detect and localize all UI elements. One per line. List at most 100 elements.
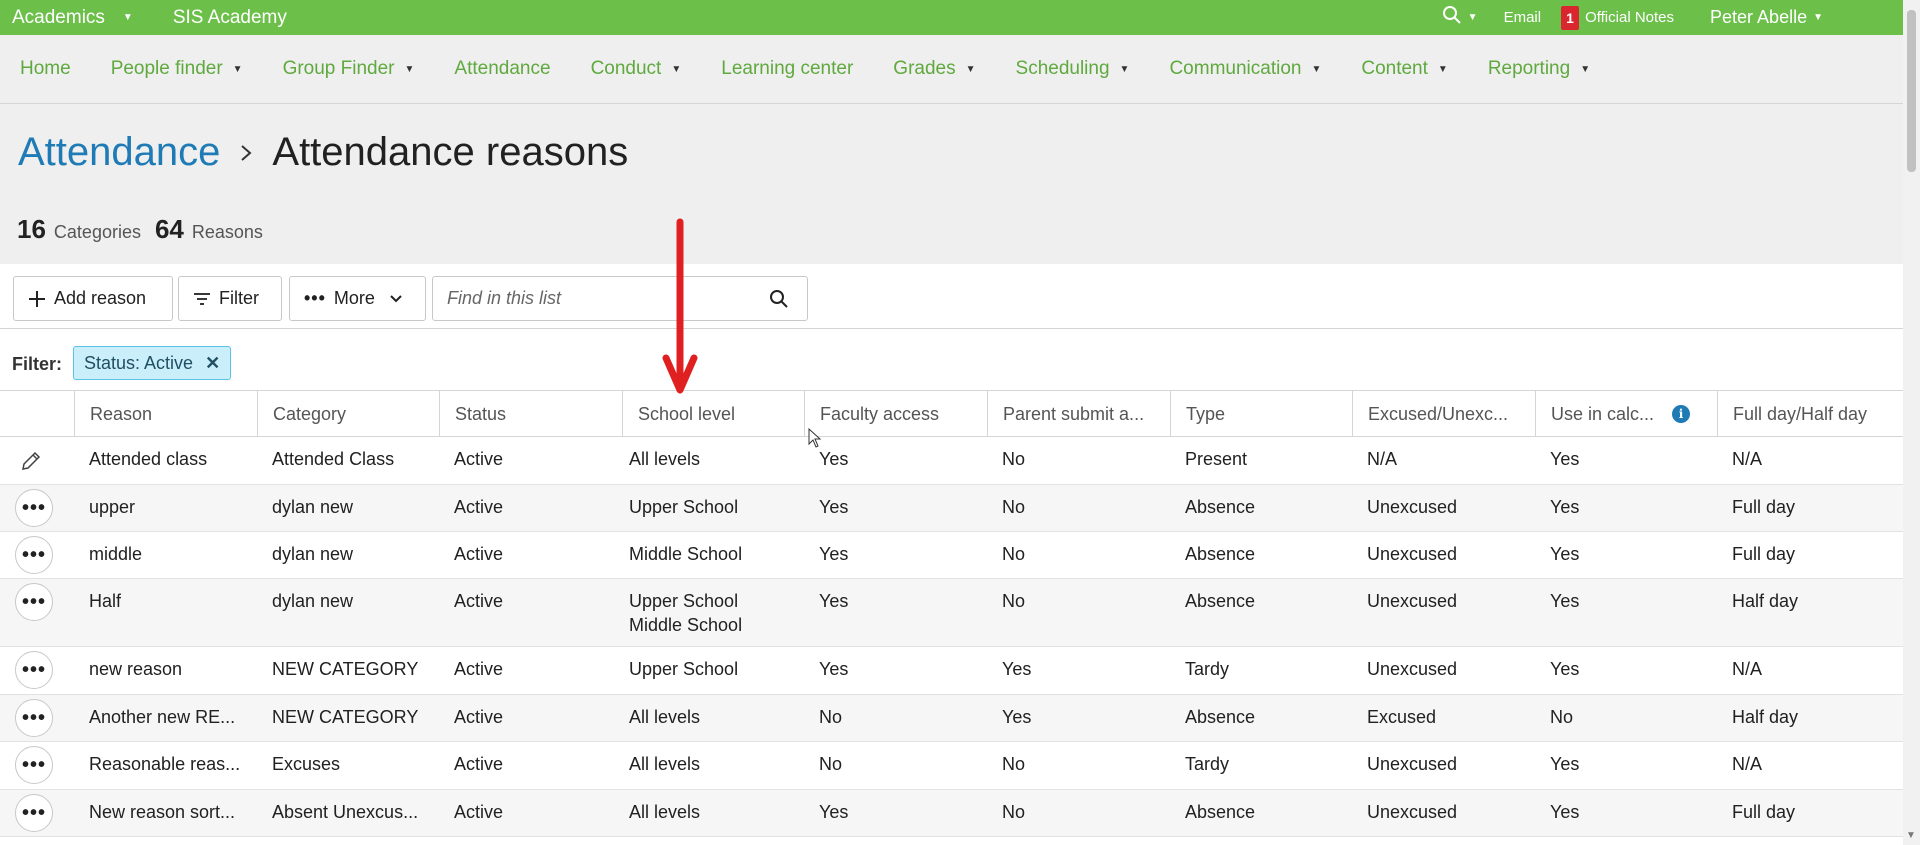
table-row[interactable]: ••• new reason NEW CATEGORY Active Upper Sch…	[0, 647, 1903, 695]
find-in-list-input[interactable]	[447, 288, 747, 309]
table-cell: Active	[454, 497, 504, 517]
column-header-2[interactable]: Status	[439, 391, 622, 437]
user-menu[interactable]: Peter Abelle ▼	[1710, 7, 1823, 28]
table-cell: Unexcused	[1367, 544, 1458, 564]
table-row[interactable]: ••• New reason sort... Absent Unexcus... Ac…	[0, 790, 1903, 837]
table-cell: Half day	[1732, 591, 1799, 611]
info-icon[interactable]: i	[1672, 405, 1691, 423]
main-nav: Home People finder ▼ Group Finder ▼ Attendanc…	[0, 35, 1903, 104]
breadcrumb-attendance-link[interactable]: Attendance	[18, 130, 220, 175]
table-cell: Active	[454, 591, 504, 611]
nav-item-label: Scheduling	[1015, 58, 1110, 79]
table-cell: No	[1002, 591, 1026, 611]
table-cell: Tardy	[1185, 659, 1230, 679]
table-cell: Active	[454, 449, 504, 469]
column-header-label: Category	[273, 403, 347, 424]
scroll-down-arrow-icon[interactable]: ▼	[1906, 830, 1916, 841]
table-cell: No	[1002, 754, 1026, 774]
column-header-label: Parent submit a...	[1003, 403, 1145, 424]
summary-stats: 16 Categories 64 Reasons	[17, 214, 277, 245]
breadcrumb: Attendance Attendance reasons	[18, 130, 628, 175]
caret-down-icon: ▼	[232, 63, 243, 75]
column-header-0[interactable]: Reason	[74, 391, 257, 437]
table-row[interactable]: ••• Half dylan new Active Upper School Middle…	[0, 579, 1903, 647]
column-header-label: Full day/Half day	[1733, 403, 1868, 424]
scrollbar-thumb[interactable]	[1907, 10, 1916, 172]
table-cell: Full day	[1732, 802, 1796, 822]
table-cell: No	[819, 754, 843, 774]
column-header-1[interactable]: Category	[257, 391, 439, 437]
nav-item-attendance[interactable]: Attendance	[454, 58, 550, 80]
table-cell: Yes	[819, 544, 849, 564]
table-row[interactable]: ••• upper dylan new Active Upper School Yes No…	[0, 485, 1903, 532]
table-cell: Unexcused	[1367, 591, 1458, 611]
row-actions-button[interactable]: •••	[15, 699, 53, 737]
filter-row-label: Filter:	[12, 354, 63, 374]
table-row[interactable]: ••• Reasonable reas... Excuses Active All le…	[0, 742, 1903, 790]
column-header-4[interactable]: Faculty access	[804, 391, 987, 437]
email-link[interactable]: Email	[1504, 9, 1542, 26]
nav-item-reporting[interactable]: Reporting ▼	[1488, 58, 1590, 80]
page-title: Attendance reasons	[272, 130, 629, 174]
column-header-3[interactable]: School level	[622, 391, 804, 437]
reasons-label: Reasons	[191, 222, 263, 242]
filter-button[interactable]: Filter	[178, 276, 282, 321]
nav-item-group-finder[interactable]: Group Finder ▼	[283, 58, 415, 80]
nav-item-people-finder[interactable]: People finder ▼	[111, 58, 243, 80]
annotation-arrow	[662, 218, 698, 394]
table-cell: N/A	[1367, 449, 1398, 469]
column-header-label: Excused/Unexc...	[1368, 403, 1509, 424]
caret-down-icon: ▼	[1119, 63, 1130, 75]
global-search-button[interactable]: ▼	[1442, 5, 1478, 30]
nav-item-communication[interactable]: Communication ▼	[1169, 58, 1321, 80]
close-icon[interactable]: ✕	[205, 353, 220, 374]
column-header-6[interactable]: Type	[1170, 391, 1352, 437]
column-header-9[interactable]: Full day/Half day	[1717, 391, 1903, 437]
user-name: Peter Abelle	[1710, 7, 1808, 27]
official-notes-link[interactable]: 1 Official Notes	[1561, 5, 1674, 30]
nav-item-learning-center[interactable]: Learning center	[721, 58, 853, 80]
search-icon[interactable]	[769, 289, 789, 314]
table-row[interactable]: ••• middle dylan new Active Middle School Yes…	[0, 532, 1903, 579]
table-cell: N/A	[1732, 659, 1763, 679]
column-header-7[interactable]: Excused/Unexc...	[1352, 391, 1535, 437]
table-row[interactable]: Attended class Attended Class Active All le…	[0, 437, 1903, 485]
row-actions-button[interactable]: •••	[15, 583, 53, 621]
column-header-5[interactable]: Parent submit a...	[987, 391, 1170, 437]
filter-chip-status[interactable]: Status: Active ✕	[73, 346, 232, 380]
table-cell: NEW CATEGORY	[272, 707, 419, 727]
actions-column-header	[0, 391, 74, 437]
add-reason-button[interactable]: Add reason	[13, 276, 173, 321]
nav-item-conduct[interactable]: Conduct ▼	[591, 58, 682, 80]
row-actions-button[interactable]: •••	[15, 794, 53, 832]
nav-item-scheduling[interactable]: Scheduling ▼	[1016, 58, 1130, 80]
app-switcher[interactable]: Academics ▼	[12, 7, 133, 29]
row-actions-button[interactable]: •••	[15, 489, 53, 527]
table-cell: Absence	[1185, 497, 1256, 517]
table-cell: dylan new	[272, 591, 354, 611]
nav-item-content[interactable]: Content ▼	[1361, 58, 1447, 80]
table-cell: Yes	[1550, 754, 1580, 774]
nav-item-home[interactable]: Home	[20, 58, 71, 80]
table-cell: Active	[454, 754, 504, 774]
pencil-icon[interactable]	[20, 450, 42, 472]
vertical-scrollbar[interactable]: ▼	[1903, 0, 1920, 845]
table-row[interactable]: ••• Another new RE... NEW CATEGORY Active Al…	[0, 695, 1903, 742]
row-actions-button[interactable]: •••	[15, 651, 53, 689]
column-header-8[interactable]: Use in calc... i	[1535, 391, 1717, 437]
nav-item-label: Home	[20, 58, 71, 79]
page-header: Attendance Attendance reasons 16 Categor…	[0, 104, 1903, 264]
row-actions-button[interactable]: •••	[15, 536, 53, 574]
table-cell: Attended class	[89, 449, 208, 469]
table-cell: All levels	[629, 449, 701, 469]
table-cell: Yes	[1550, 591, 1580, 611]
chevron-down-icon: ▼	[122, 12, 133, 23]
table-cell: Yes	[819, 449, 849, 469]
table-cell: Absence	[1185, 802, 1256, 822]
more-button[interactable]: ••• More	[289, 276, 426, 321]
row-actions-button[interactable]: •••	[15, 746, 53, 784]
table-cell: Yes	[819, 497, 849, 517]
table-cell: Yes	[1550, 449, 1580, 469]
nav-item-grades[interactable]: Grades ▼	[893, 58, 975, 80]
table-cell: new reason	[89, 659, 183, 679]
